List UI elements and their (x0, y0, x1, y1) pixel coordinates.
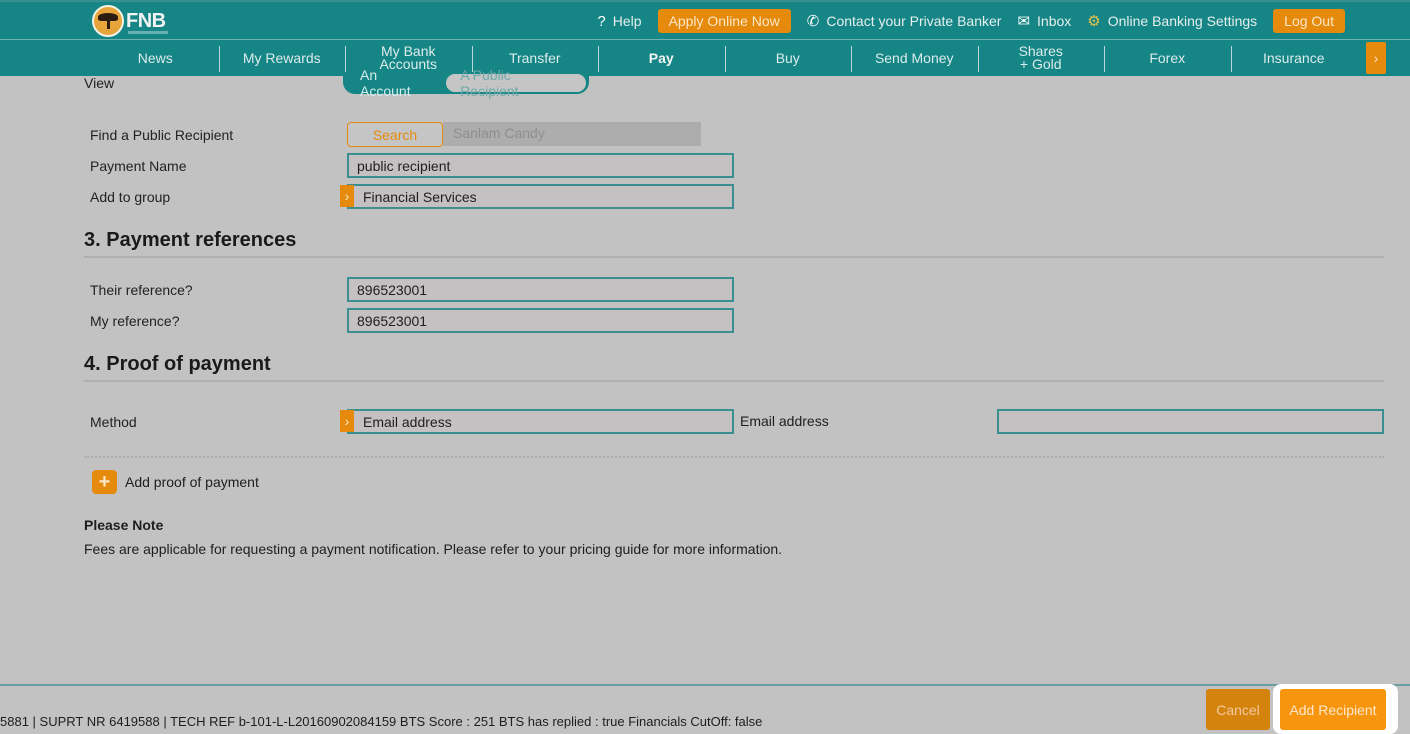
search-button[interactable]: Search (347, 122, 443, 147)
nav-forex[interactable]: Forex (1104, 40, 1231, 76)
section-payment-references: 3. Payment references (84, 229, 297, 251)
method-label: Method (90, 414, 137, 430)
group-select[interactable]: Financial Services (347, 184, 734, 209)
footer-tech-info: 5881 | SUPRT NR 6419588 | TECH REF b-101… (0, 714, 763, 729)
nav-insurance[interactable]: Insurance (1230, 40, 1358, 76)
nav-buy[interactable]: Buy (724, 40, 852, 76)
method-select-value: Email address (363, 414, 452, 430)
top-bar: FNB ? Help Apply Online Now ✆ Contact yo… (0, 0, 1410, 39)
nav-shares-gold[interactable]: Shares + Gold (977, 40, 1105, 76)
apply-online-button[interactable]: Apply Online Now (657, 9, 791, 33)
payment-name-input[interactable]: public recipient (347, 153, 734, 178)
recipient-search-field[interactable]: Sanlam Candy (443, 122, 701, 146)
logout-button[interactable]: Log Out (1273, 9, 1345, 33)
toggle-public-recipient[interactable]: A Public Recipient (446, 67, 586, 99)
footer-divider (0, 684, 1410, 686)
gear-icon: ⚙ (1087, 13, 1101, 30)
plus-icon: + (92, 470, 117, 494)
acacia-tree-icon (92, 5, 124, 37)
main-nav: News My Rewards My Bank Accounts Transfe… (0, 39, 1410, 76)
add-proof-of-payment-button[interactable]: + Add proof of payment (92, 470, 259, 494)
payment-name-label: Payment Name (90, 158, 187, 174)
top-nav: ? Help Apply Online Now ✆ Contact your P… (581, 9, 1345, 33)
nav-pay[interactable]: Pay (598, 40, 725, 76)
nav-send-money[interactable]: Send Money (851, 40, 978, 76)
fnb-logo[interactable]: FNB (92, 5, 168, 37)
view-toggle: An Account A Public Recipient (343, 67, 589, 99)
email-address-input[interactable] (997, 409, 1384, 434)
view-label: View (84, 75, 115, 91)
brand-name: FNB (126, 9, 166, 32)
nav-my-rewards[interactable]: My Rewards (218, 40, 346, 76)
add-to-group-label: Add to group (90, 189, 171, 205)
inbox-link[interactable]: ✉ Inbox (1017, 12, 1071, 30)
their-reference-input[interactable]: 896523001 (347, 277, 734, 302)
contact-banker-link[interactable]: ✆ Contact your Private Banker (807, 12, 1002, 30)
envelope-icon: ✉ (1017, 13, 1031, 30)
email-address-label: Email address (740, 413, 829, 429)
brand-tagline (128, 31, 168, 34)
group-select-value: Financial Services (363, 189, 477, 205)
method-select[interactable]: Email address (347, 409, 734, 434)
dotted-divider (84, 456, 1384, 458)
nav-more-chevron-icon[interactable]: › (1366, 42, 1386, 74)
my-reference-label: My reference? (90, 313, 180, 329)
their-reference-label: Their reference? (90, 282, 193, 298)
add-proof-label: Add proof of payment (125, 474, 259, 490)
section-proof-of-payment: 4. Proof of payment (84, 353, 271, 375)
note-title: Please Note (84, 517, 164, 533)
section-divider (84, 256, 1384, 258)
phone-icon: ✆ (806, 13, 820, 30)
question-icon: ? (597, 12, 606, 30)
cancel-button[interactable]: Cancel (1206, 689, 1270, 730)
add-recipient-button[interactable]: Add Recipient (1280, 689, 1386, 730)
help-link[interactable]: ? Help (597, 13, 641, 30)
chevron-right-icon[interactable]: › (340, 185, 354, 207)
section-divider (84, 380, 1384, 382)
settings-link[interactable]: ⚙ Online Banking Settings (1087, 12, 1257, 30)
chevron-right-icon[interactable]: › (340, 410, 354, 432)
find-recipient-label: Find a Public Recipient (90, 127, 234, 143)
my-reference-input[interactable]: 896523001 (347, 308, 734, 333)
note-text: Fees are applicable for requesting a pay… (84, 541, 783, 557)
nav-news[interactable]: News (92, 40, 219, 76)
toggle-an-account[interactable]: An Account (346, 67, 444, 99)
